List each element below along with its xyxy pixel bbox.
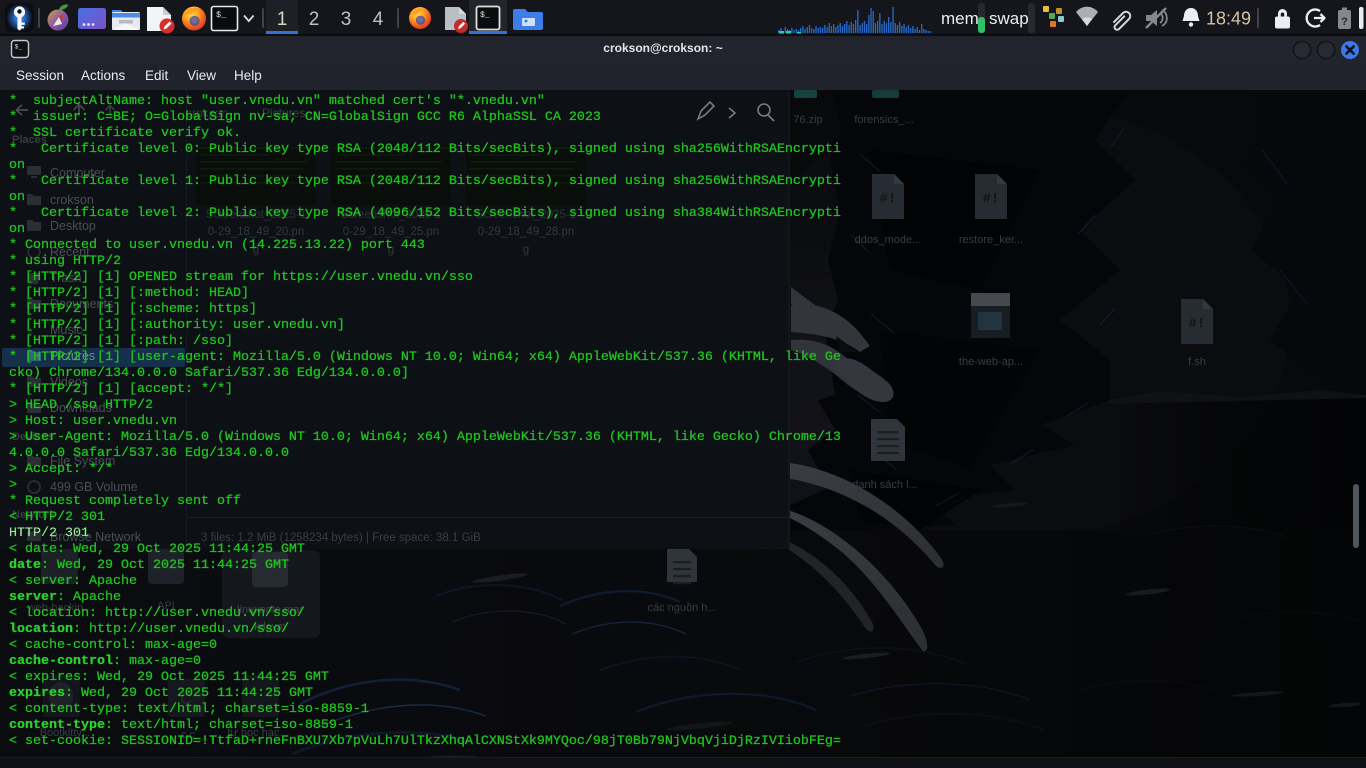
svg-text:?: ? [1341,16,1348,28]
svg-text:ddos_mode...: ddos_mode... [855,234,922,246]
svg-text:#!: #! [983,191,1000,207]
svg-text:mem: mem [941,9,979,28]
svg-text:18:49: 18:49 [1206,9,1251,29]
svg-text:$_: $_ [15,44,23,51]
svg-text:the-web-ap...: the-web-ap... [959,356,1023,368]
svg-text:restore_ker...: restore_ker... [959,234,1023,246]
svg-text:#!: #! [880,191,897,207]
svg-text:4: 4 [373,9,384,30]
svg-text:$_: $_ [216,10,227,20]
svg-text:danh sách l...: danh sách l... [852,479,917,491]
svg-text:3: 3 [341,9,352,30]
svg-text:swap: swap [989,9,1029,28]
svg-text:$_: $_ [480,11,490,20]
svg-text:forensics_...: forensics_... [854,114,913,126]
svg-text:f.sh: f.sh [1188,356,1206,368]
svg-text:#!: #! [1189,316,1206,332]
svg-text:1: 1 [277,9,288,30]
svg-text:2: 2 [309,9,320,30]
